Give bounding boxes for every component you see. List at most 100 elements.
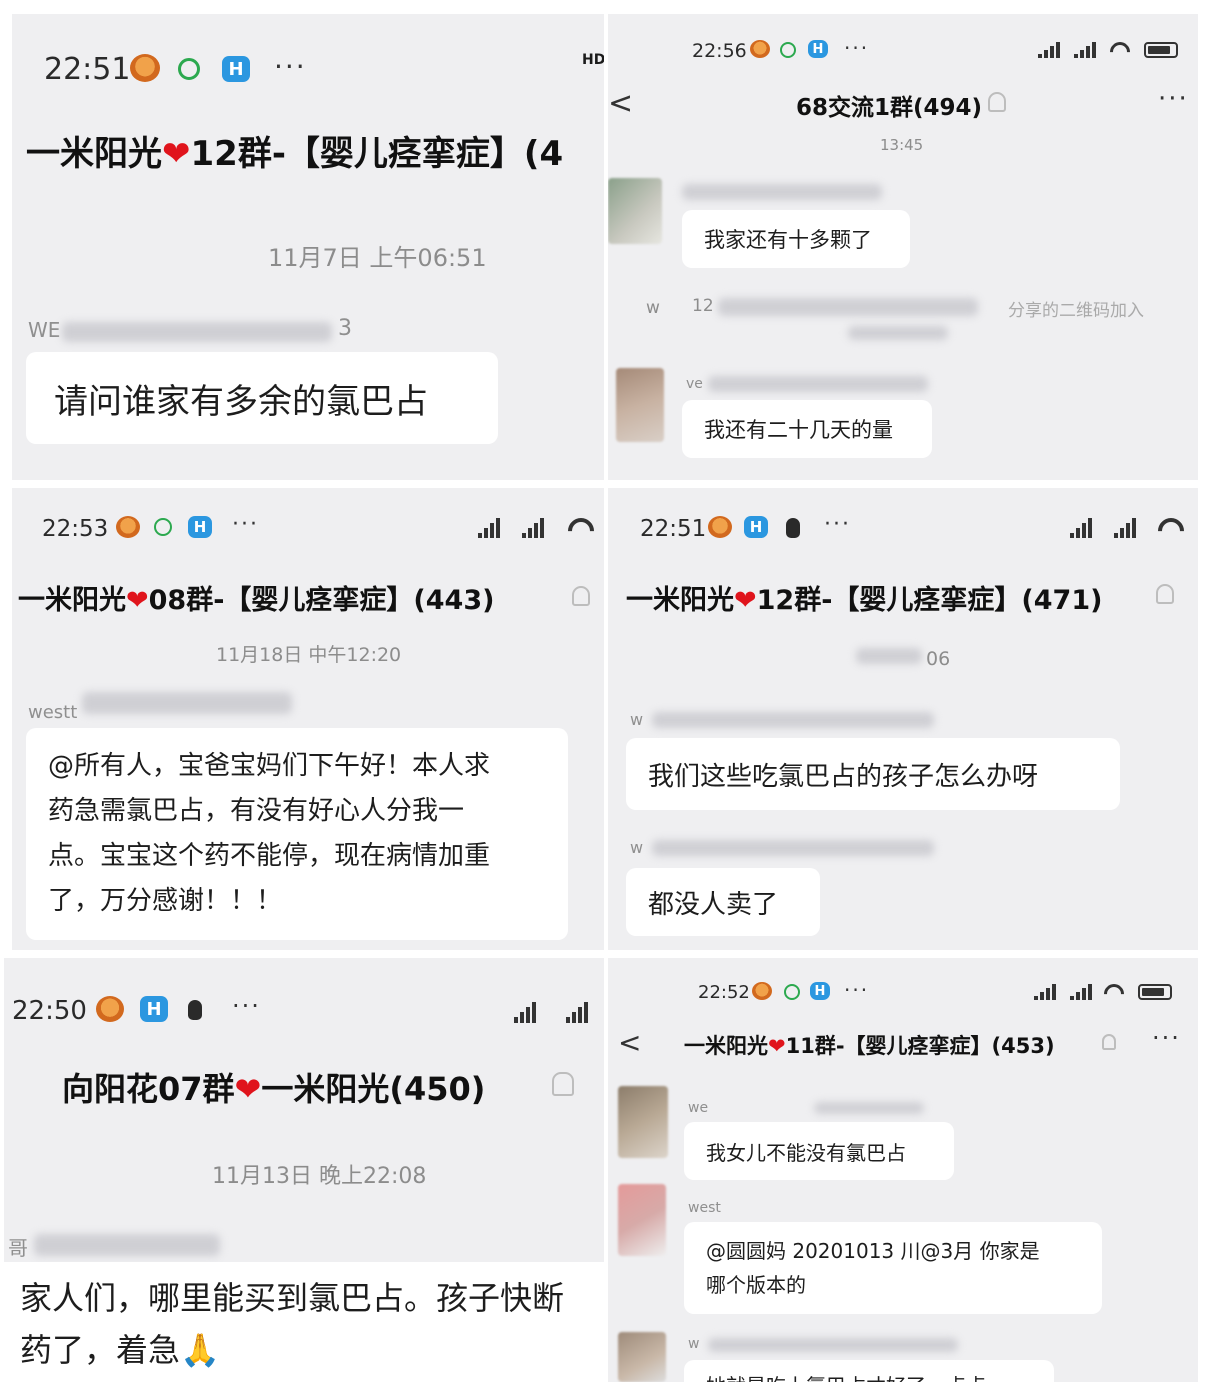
signal-icon-2 xyxy=(566,1002,588,1023)
mute-bell-icon xyxy=(1102,1034,1116,1050)
user-avatar xyxy=(618,1086,668,1158)
chat-title: 一米阳光❤08群-【婴儿痉挛症】(443) xyxy=(18,578,494,617)
sender-name: we xyxy=(688,1100,709,1116)
lion-app-icon xyxy=(752,982,772,1000)
screenshot-panel-1: 22:51 H ··· HD 一米阳光❤12群-【婴儿痉挛症】(4 11月7日 … xyxy=(12,14,604,480)
screenshot-panel-2: 22:56 H ··· < 68交流1群(494) ··· 13:45 我家还有… xyxy=(608,14,1198,480)
screenshot-panel-3: 22:53 H ··· 一米阳光❤08群-【婴儿痉挛症】(443) 11月18日… xyxy=(12,488,604,950)
status-more-icon: ··· xyxy=(232,512,259,537)
signal-icon xyxy=(1034,984,1056,1000)
chat-title-prefix: 向阳花07群 xyxy=(62,1070,235,1108)
message-date: 06 xyxy=(926,648,951,670)
lion-app-icon xyxy=(750,40,770,58)
sender-name: w xyxy=(630,838,644,857)
sender-name: west xyxy=(688,1200,721,1216)
status-more-icon: ··· xyxy=(844,36,870,60)
system-notice: 分享的二维码加入 xyxy=(1008,301,1144,321)
heart-icon: ❤ xyxy=(126,585,149,616)
user-avatar xyxy=(608,178,662,244)
battery-icon xyxy=(1138,984,1172,1000)
sender-name: westt xyxy=(28,702,78,723)
heart-icon: ❤ xyxy=(734,585,757,616)
status-more-icon: ··· xyxy=(232,992,261,1020)
status-more-icon: ··· xyxy=(274,50,307,83)
back-button[interactable]: < xyxy=(608,86,633,121)
time-divider: 13:45 xyxy=(880,136,924,154)
signal-icon xyxy=(1038,42,1060,58)
lion-app-icon xyxy=(96,996,124,1022)
signal-icon xyxy=(478,518,500,538)
chat-message: 都没人卖了 xyxy=(626,868,820,936)
chat-title-suffix: 一米阳光(450) xyxy=(261,1070,486,1108)
blurred-sender xyxy=(652,712,934,728)
status-time: 22:51 xyxy=(640,516,707,542)
signal-icon-2 xyxy=(1114,518,1136,538)
sender-name: w xyxy=(688,1336,700,1352)
more-options-button[interactable]: ··· xyxy=(1158,84,1189,114)
chat-title-suffix: 11群-【婴儿痉挛症】(453) xyxy=(785,1034,1055,1058)
message-date: 11月13日 晚上22:08 xyxy=(212,1164,427,1189)
message-line: 了，万分感谢！！！ xyxy=(48,886,283,916)
signal-icon-2 xyxy=(1070,984,1092,1000)
hd-signal-icon: HD xyxy=(582,52,604,68)
chat-title-prefix: 一米阳光 xyxy=(18,585,126,616)
wifi-icon xyxy=(562,512,600,550)
app-h-icon: H xyxy=(140,996,168,1022)
app-notify-icon xyxy=(154,518,172,536)
blurred-sender xyxy=(34,1234,220,1256)
status-time: 22:50 xyxy=(12,996,87,1026)
status-more-icon: ··· xyxy=(824,512,851,537)
chat-title: 一米阳光❤12群-【婴儿痉挛症】(471) xyxy=(626,578,1102,617)
mute-bell-icon xyxy=(572,586,590,606)
chat-title: 一米阳光❤12群-【婴儿痉挛症】(4 xyxy=(26,126,563,175)
battery-icon xyxy=(1144,42,1178,58)
qq-icon xyxy=(188,1000,202,1020)
blurred-sender xyxy=(708,1338,958,1352)
lion-app-icon xyxy=(708,516,732,538)
user-avatar xyxy=(616,368,664,442)
more-options-button[interactable]: ··· xyxy=(1152,1024,1181,1052)
blurred-sender xyxy=(814,1102,924,1114)
mute-bell-icon xyxy=(1156,584,1174,604)
app-notify-icon xyxy=(178,58,200,80)
system-notice-number: 12 xyxy=(692,296,714,316)
wifi-icon xyxy=(1152,512,1190,550)
heart-icon: ❤ xyxy=(162,134,191,174)
status-time: 22:53 xyxy=(42,516,109,542)
chat-message: @所有人，宝爸宝妈们下午好！本人求 药急需氯巴占，有没有好心人分我一 点。宝宝这… xyxy=(26,728,568,940)
message-text: 我家还有十多颗了 xyxy=(704,228,872,252)
sender-name: 哥 xyxy=(8,1236,28,1260)
message-text: 请问谁家有多余的氯巴占 xyxy=(54,381,428,422)
message-text: 我们这些吃氯巴占的孩子怎么办呀 xyxy=(648,761,1039,792)
message-line: 药了，着急🙏 xyxy=(20,1331,220,1369)
chat-message: 我女儿不能没有氯巴占 xyxy=(684,1122,954,1180)
screenshot-panel-6: 22:52 H ··· < 一米阳光❤11群-【婴儿痉挛症】(453) ··· … xyxy=(608,958,1198,1382)
chat-message: 请问谁家有多余的氯巴占 xyxy=(26,352,498,444)
status-more-icon: ··· xyxy=(844,978,870,1002)
message-date: 11月7日 上午06:51 xyxy=(268,244,487,272)
blurred-system-notice xyxy=(718,298,978,316)
message-line: @圆圆妈 20201013 川@3月 你家是 xyxy=(706,1239,1040,1263)
message-date: 11月18日 中午12:20 xyxy=(216,644,402,666)
sender-name: ve xyxy=(686,376,703,392)
message-line: 点。宝宝这个药不能停，现在病情加重 xyxy=(48,841,491,871)
app-h-icon: H xyxy=(810,982,830,1000)
blurred-sender xyxy=(82,692,292,714)
message-line: 哪个版本的 xyxy=(706,1273,806,1297)
back-button[interactable]: < xyxy=(618,1026,641,1059)
system-notice-left: w xyxy=(646,298,660,318)
blurred-date xyxy=(856,648,922,664)
blurred-sender xyxy=(682,184,882,200)
chat-title-prefix: 一米阳光 xyxy=(26,134,162,174)
user-avatar xyxy=(618,1332,666,1382)
status-time: 22:52 xyxy=(698,982,750,1003)
wifi-icon xyxy=(1105,37,1135,67)
status-time: 22:51 xyxy=(44,52,131,87)
chat-message: @圆圆妈 20201013 川@3月 你家是 哪个版本的 xyxy=(684,1222,1102,1314)
signal-icon-2 xyxy=(1074,42,1096,58)
app-notify-icon xyxy=(780,42,796,58)
chat-title-prefix: 一米阳光 xyxy=(626,585,734,616)
chat-title-suffix: 12群-【婴儿痉挛症】(4 xyxy=(190,134,564,174)
signal-icon-2 xyxy=(522,518,544,538)
mute-bell-icon xyxy=(988,92,1006,112)
